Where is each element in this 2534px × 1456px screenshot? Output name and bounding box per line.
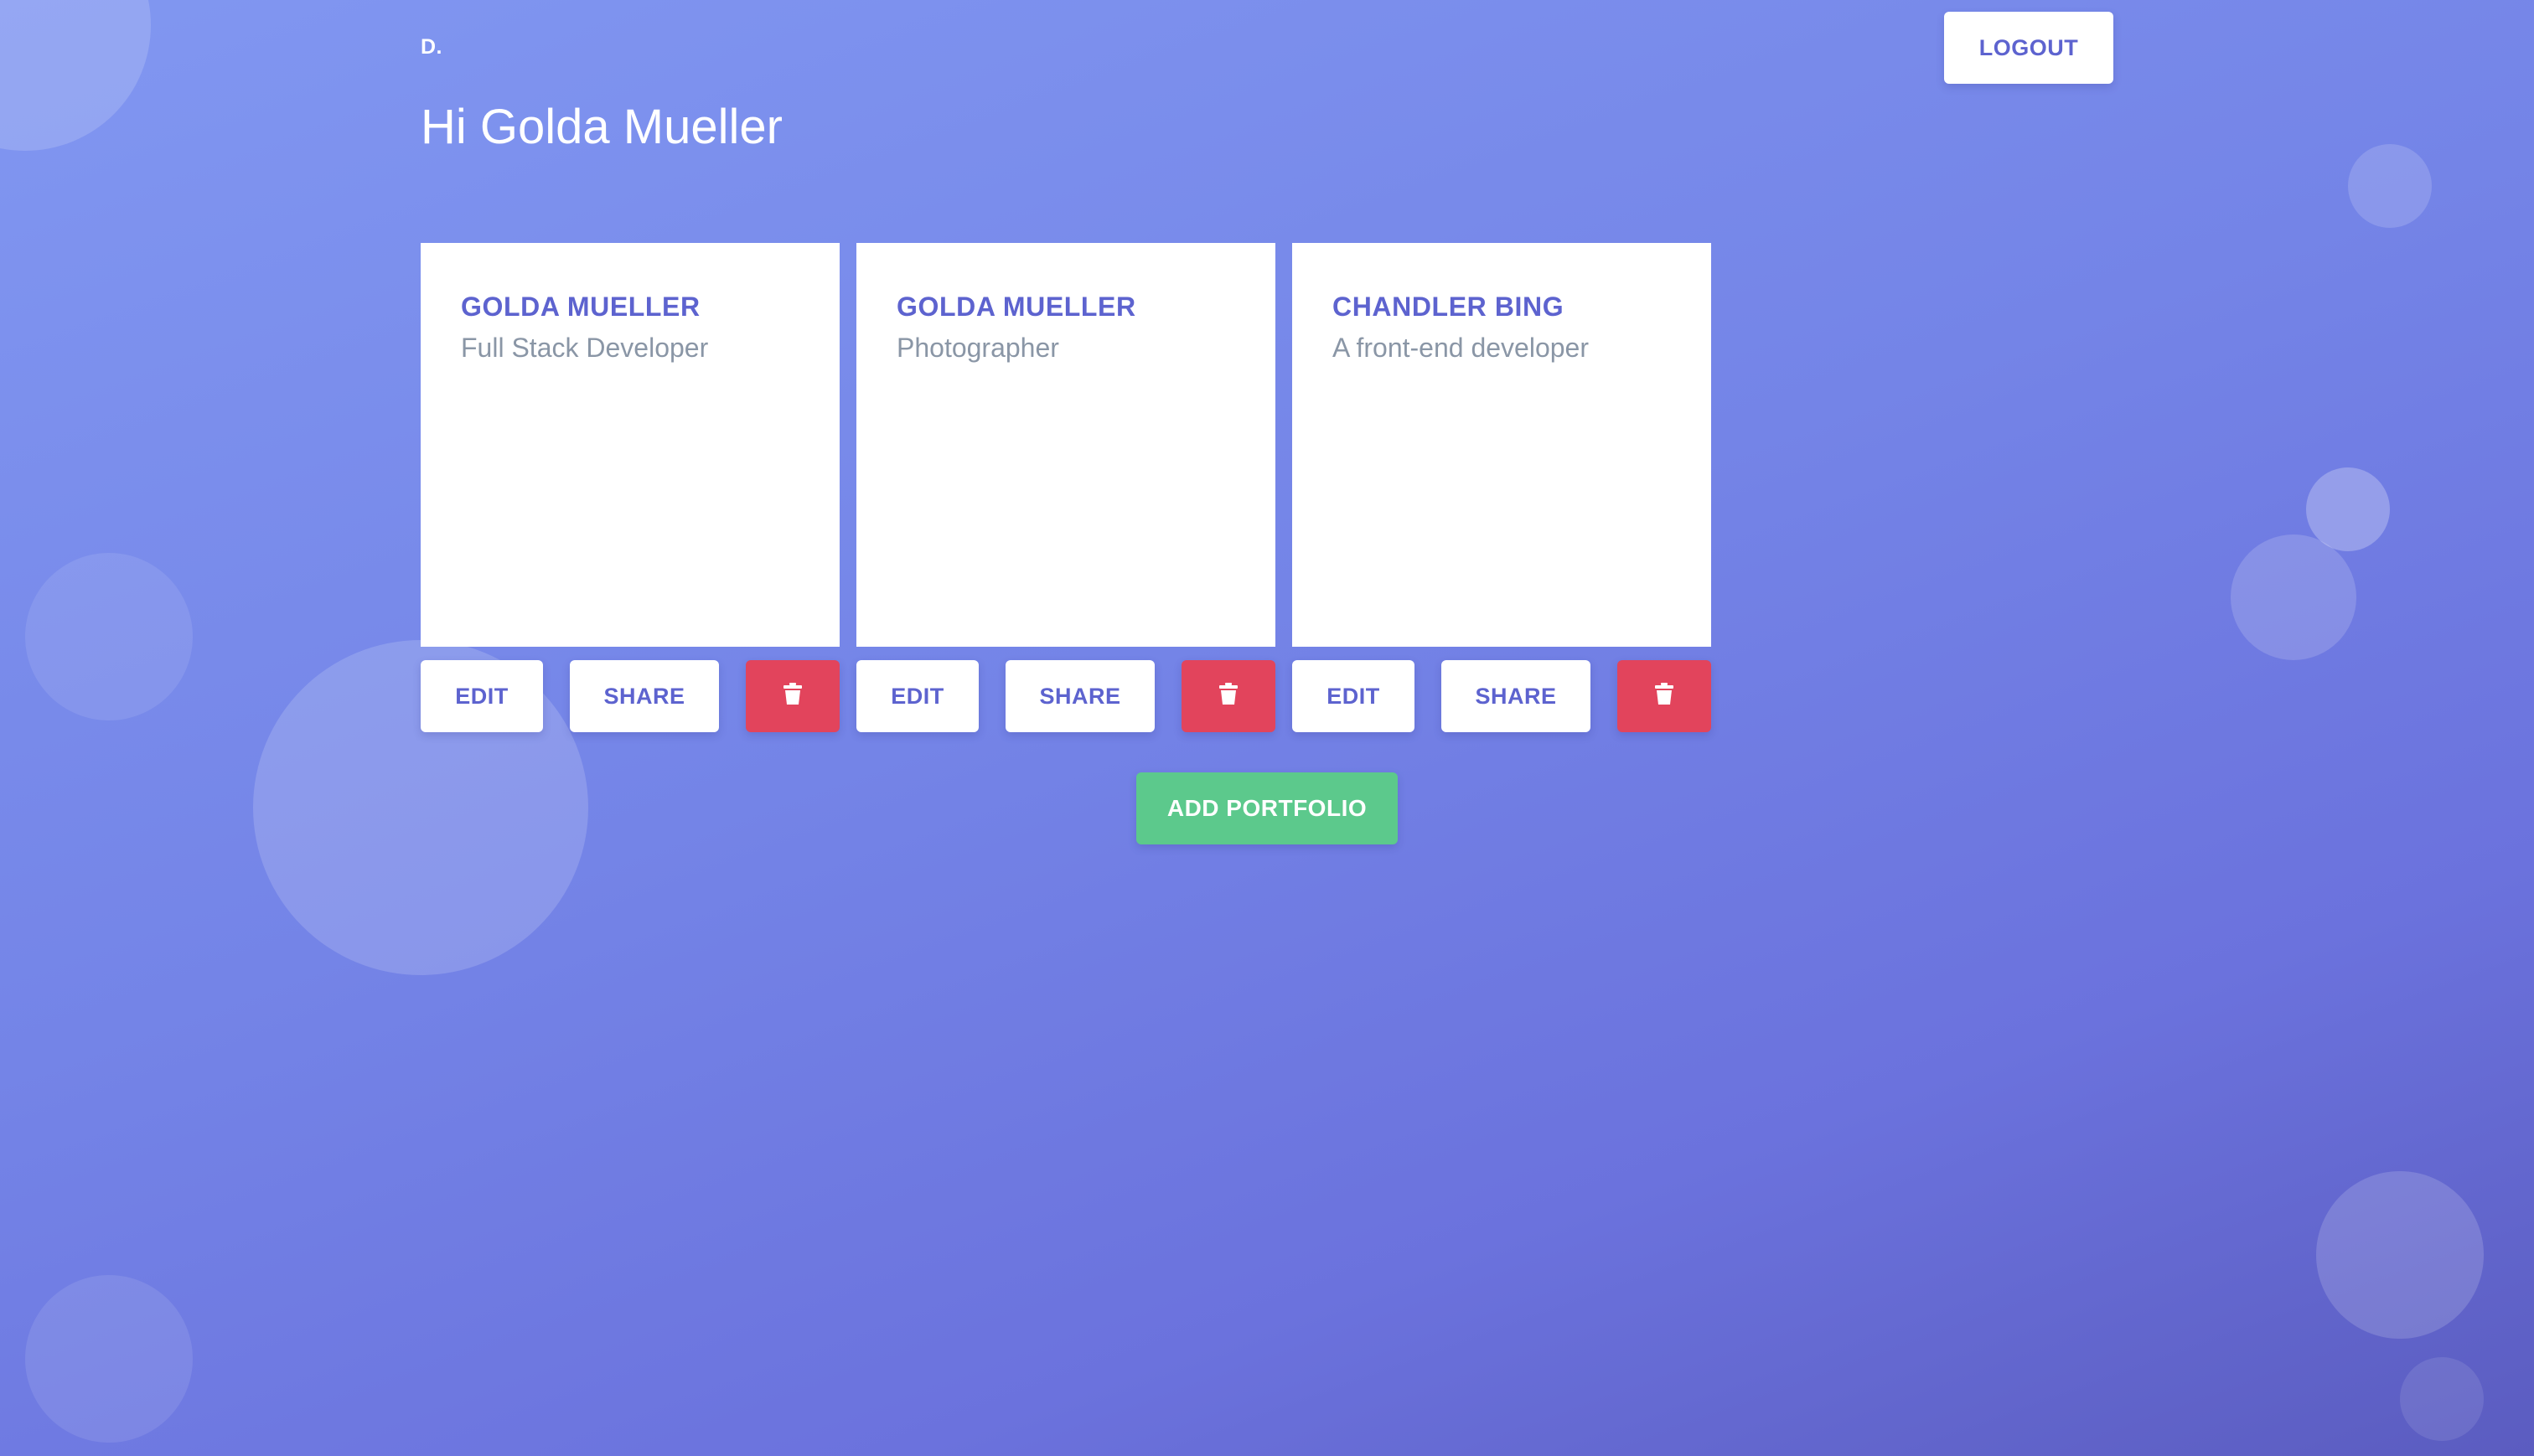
logo[interactable]: D.	[421, 35, 442, 59]
background-bubble	[2231, 534, 2356, 660]
portfolio-card[interactable]: GOLDA MUELLER Photographer	[856, 243, 1275, 647]
portfolio-actions: EDIT SHARE	[856, 660, 1275, 732]
logout-button[interactable]: LOGOUT	[1944, 12, 2113, 84]
share-button[interactable]: SHARE	[1006, 660, 1155, 732]
share-button[interactable]: SHARE	[570, 660, 719, 732]
trash-icon	[1655, 682, 1673, 710]
edit-button[interactable]: EDIT	[421, 660, 543, 732]
portfolio-card[interactable]: GOLDA MUELLER Full Stack Developer	[421, 243, 840, 647]
portfolio-item: CHANDLER BING A front-end developer EDIT…	[1292, 243, 1711, 732]
portfolio-name: GOLDA MUELLER	[461, 292, 701, 322]
portfolio-role: Full Stack Developer	[461, 333, 709, 363]
delete-button[interactable]	[1617, 660, 1711, 732]
delete-button[interactable]	[1182, 660, 1275, 732]
delete-button[interactable]	[746, 660, 840, 732]
portfolio-name: GOLDA MUELLER	[897, 292, 1136, 322]
background-bubble	[2306, 467, 2390, 551]
edit-button[interactable]: EDIT	[1292, 660, 1414, 732]
portfolio-item: GOLDA MUELLER Photographer EDIT SHARE	[856, 243, 1275, 732]
portfolio-name: CHANDLER BING	[1332, 292, 1564, 322]
background-bubble	[2400, 1357, 2484, 1441]
portfolio-card[interactable]: CHANDLER BING A front-end developer	[1292, 243, 1711, 647]
portfolio-role: A front-end developer	[1332, 333, 1589, 363]
page-title: Hi Golda Mueller	[421, 100, 783, 154]
portfolio-actions: EDIT SHARE	[1292, 660, 1711, 732]
portfolio-actions: EDIT SHARE	[421, 660, 840, 732]
trash-icon	[1219, 682, 1238, 710]
portfolio-role: Photographer	[897, 333, 1059, 363]
portfolio-list: GOLDA MUELLER Full Stack Developer EDIT …	[421, 243, 1711, 732]
background-bubble	[25, 553, 193, 720]
background-bubble	[2316, 1171, 2484, 1339]
trash-icon	[783, 682, 802, 710]
background-bubble	[0, 0, 151, 151]
background-bubble	[2348, 144, 2432, 228]
add-portfolio-button[interactable]: ADD PORTFOLIO	[1136, 772, 1398, 844]
portfolio-item: GOLDA MUELLER Full Stack Developer EDIT …	[421, 243, 840, 732]
background-bubble	[25, 1275, 193, 1443]
edit-button[interactable]: EDIT	[856, 660, 979, 732]
share-button[interactable]: SHARE	[1441, 660, 1590, 732]
